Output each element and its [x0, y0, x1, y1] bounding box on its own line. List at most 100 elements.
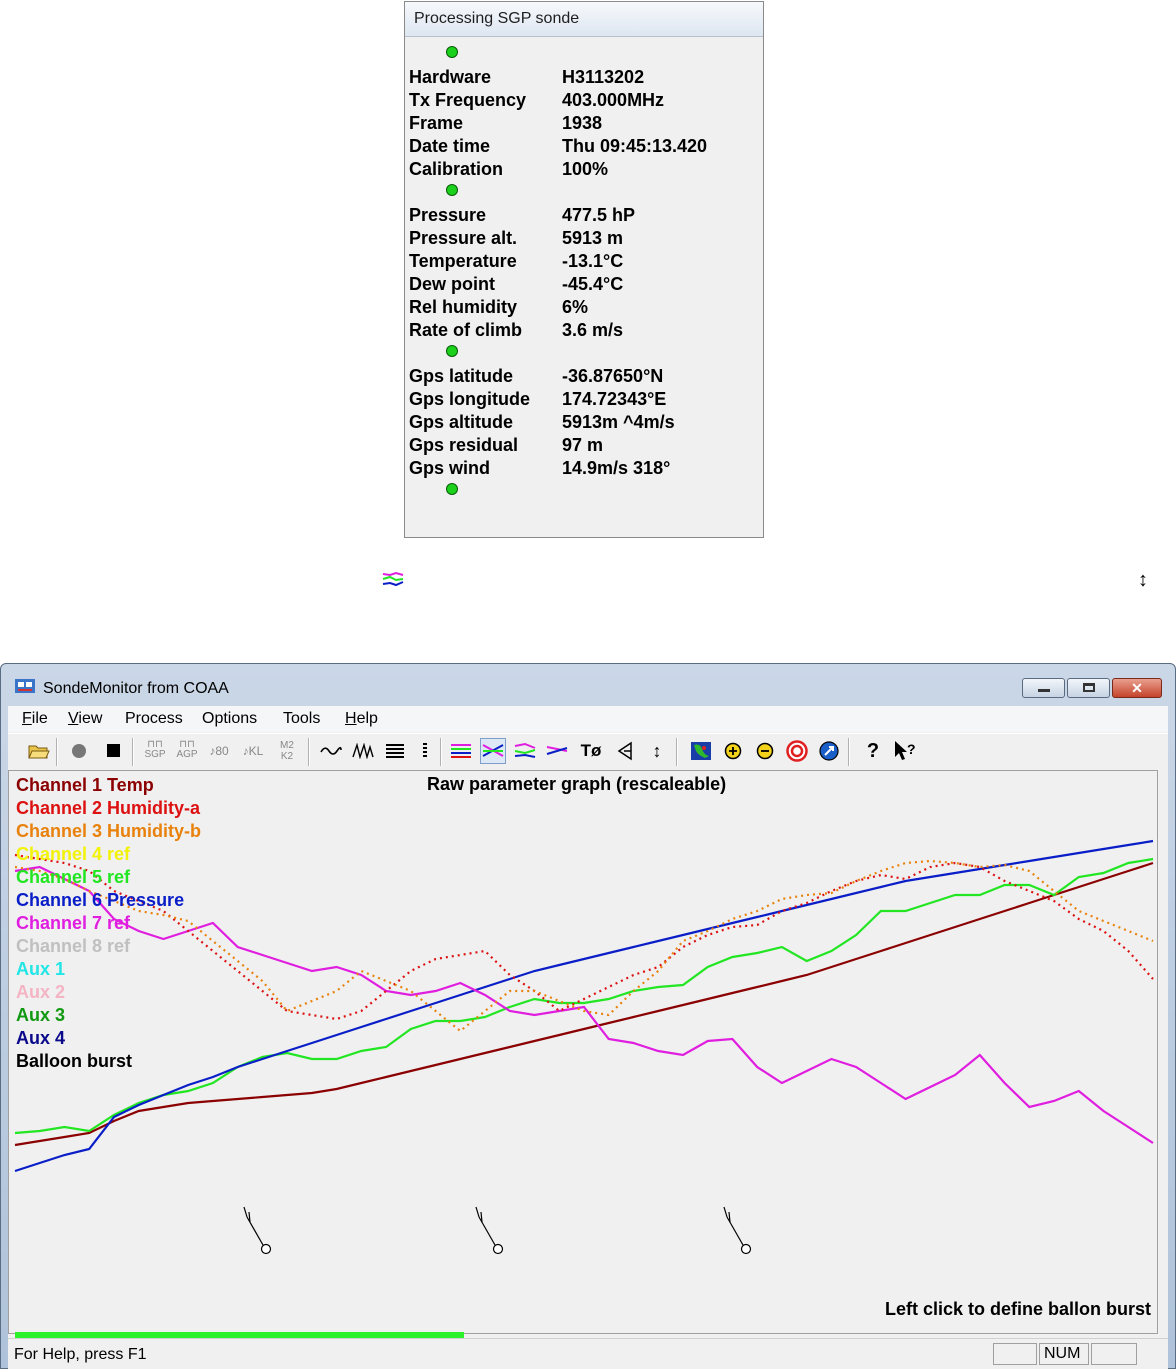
- menu-help[interactable]: Help: [345, 710, 378, 728]
- info-row: Gps latitude -36.87650°N: [409, 366, 759, 389]
- agp-sonde-button[interactable]: ⊓⊓ AGP: [174, 738, 200, 764]
- legend-entry[interactable]: Aux 1: [16, 959, 65, 980]
- info-label: Calibration: [409, 159, 504, 179]
- vertical-scale-button[interactable]: ↕: [644, 738, 670, 764]
- series-line: [14, 865, 1154, 1144]
- menu-bar: File View Process Options Tools Help: [8, 706, 1168, 732]
- sine-wave-icon: [320, 746, 342, 755]
- legend-entry[interactable]: Balloon burst: [16, 1051, 132, 1072]
- info-panel-title[interactable]: Processing SGP sonde: [405, 2, 763, 37]
- graph-lines-icon: [546, 746, 568, 755]
- info-row: Gps wind 14.9m/s 318°: [409, 458, 759, 481]
- menu-options[interactable]: Options: [202, 710, 257, 728]
- info-row: Hardware H3113202: [409, 67, 759, 90]
- legend-entry[interactable]: Channel 3 Humidity-b: [16, 821, 201, 842]
- info-label: Gps residual: [409, 435, 519, 455]
- sonde-m2k2-button[interactable]: M2 K2: [274, 738, 300, 764]
- info-label: Frame: [409, 113, 464, 133]
- raw-graph-button[interactable]: [480, 738, 506, 764]
- minimize-icon: [1038, 689, 1050, 692]
- maximize-button[interactable]: [1067, 678, 1110, 698]
- stop-icon: [106, 744, 120, 757]
- compass-button[interactable]: [816, 738, 842, 764]
- sonde-kl-button[interactable]: ♪KL: [240, 738, 266, 764]
- info-label: Gps latitude: [409, 366, 514, 386]
- zoom-out-icon: [756, 742, 774, 760]
- info-label: Pressure: [409, 205, 487, 225]
- graph-plot[interactable]: [9, 771, 1157, 1333]
- info-value: 5913 m: [562, 228, 624, 248]
- info-label: Rate of climb: [409, 320, 523, 340]
- target-icon: [786, 740, 808, 762]
- graph-edge: [1158, 770, 1168, 1334]
- graph-lines-icon: [514, 742, 536, 758]
- info-value: -45.4°C: [562, 274, 624, 294]
- antenna-button[interactable]: [612, 738, 638, 764]
- info-label: Temperature: [409, 251, 517, 271]
- info-row: Dew point -45.4°C: [409, 274, 759, 297]
- sine-wave-button[interactable]: [318, 738, 344, 764]
- help-button[interactable]: ?: [860, 738, 886, 764]
- context-help-button[interactable]: ?: [892, 738, 918, 764]
- svg-text:?: ?: [907, 741, 916, 757]
- zoom-in-icon: [724, 742, 742, 760]
- target-button[interactable]: [784, 738, 810, 764]
- record-button[interactable]: [66, 738, 92, 764]
- legend-entry[interactable]: Channel 1 Temp: [16, 775, 154, 796]
- status-led-icon: [446, 345, 458, 357]
- minimize-button[interactable]: [1022, 678, 1065, 698]
- menu-view[interactable]: View: [68, 710, 102, 728]
- record-icon: [72, 744, 86, 758]
- info-value: 477.5 hP: [562, 205, 636, 225]
- chart-lines-icon[interactable]: [382, 570, 404, 588]
- app-icon: [15, 679, 35, 693]
- close-button[interactable]: ✕: [1112, 678, 1162, 698]
- info-label: Dew point: [409, 274, 495, 294]
- sgp-sonde-button[interactable]: ⊓⊓ SGP: [142, 738, 168, 764]
- legend-entry[interactable]: Channel 8 ref: [16, 936, 130, 957]
- graph-lines-b-button[interactable]: [512, 738, 538, 764]
- client-area: File View Process Options Tools Help ⊓⊓ S…: [8, 706, 1168, 1369]
- wind-barb-icon: [243, 1206, 272, 1255]
- menu-tools[interactable]: Tools: [283, 710, 320, 728]
- info-row: Gps longitude 174.72343°E: [409, 389, 759, 412]
- open-folder-button[interactable]: [26, 738, 52, 764]
- info-label: Rel humidity: [409, 297, 518, 317]
- legend-entry[interactable]: Aux 4: [16, 1028, 65, 1049]
- status-text: For Help, press F1: [14, 1346, 147, 1363]
- legend-entry[interactable]: Channel 7 ref: [16, 913, 130, 934]
- map-button[interactable]: [688, 738, 714, 764]
- crossing-lines-icon: [482, 744, 504, 757]
- legend-entry[interactable]: Aux 2: [16, 982, 65, 1003]
- legend-entry[interactable]: Aux 3: [16, 1005, 65, 1026]
- column-button[interactable]: [412, 738, 438, 764]
- bars-button[interactable]: [382, 738, 408, 764]
- open-folder-icon: [28, 745, 50, 759]
- sonde-80-button[interactable]: ♪80: [206, 738, 232, 764]
- stop-button[interactable]: [100, 738, 126, 764]
- title-bar[interactable]: SondeMonitor from COAA ✕: [1, 664, 1175, 706]
- info-label: Pressure alt.: [409, 228, 518, 248]
- info-value: 97 m: [562, 435, 604, 455]
- info-row: Frame 1938: [409, 113, 759, 136]
- waveform-button[interactable]: [350, 738, 376, 764]
- info-row: Rel humidity 6%: [409, 297, 759, 320]
- status-bar: For Help, press F1 NUM: [8, 1338, 1168, 1369]
- graph-lines-c-button[interactable]: [544, 738, 570, 764]
- graph-lines-a-button[interactable]: [448, 738, 474, 764]
- t-zero-button[interactable]: Tø: [578, 738, 604, 764]
- info-label: Gps altitude: [409, 412, 514, 432]
- vertical-resize-icon[interactable]: ↕: [1138, 570, 1148, 590]
- legend-entry[interactable]: Channel 2 Humidity-a: [16, 798, 200, 819]
- legend-entry[interactable]: Channel 4 ref: [16, 844, 130, 865]
- graph-lines-icon: [451, 744, 471, 758]
- info-row: Gps residual 97 m: [409, 435, 759, 458]
- menu-file[interactable]: File: [22, 710, 48, 728]
- legend-entry[interactable]: Channel 6 Pressure: [16, 890, 184, 911]
- sonde-info-panel: Processing SGP sonde Hardware H3113202 Tx …: [404, 1, 764, 538]
- legend-entry[interactable]: Channel 5 ref: [16, 867, 130, 888]
- zoom-in-button[interactable]: [720, 738, 746, 764]
- menu-process[interactable]: Process: [125, 710, 183, 728]
- raw-parameter-graph[interactable]: Raw parameter graph (rescaleable) Channe…: [8, 770, 1158, 1334]
- zoom-out-button[interactable]: [752, 738, 778, 764]
